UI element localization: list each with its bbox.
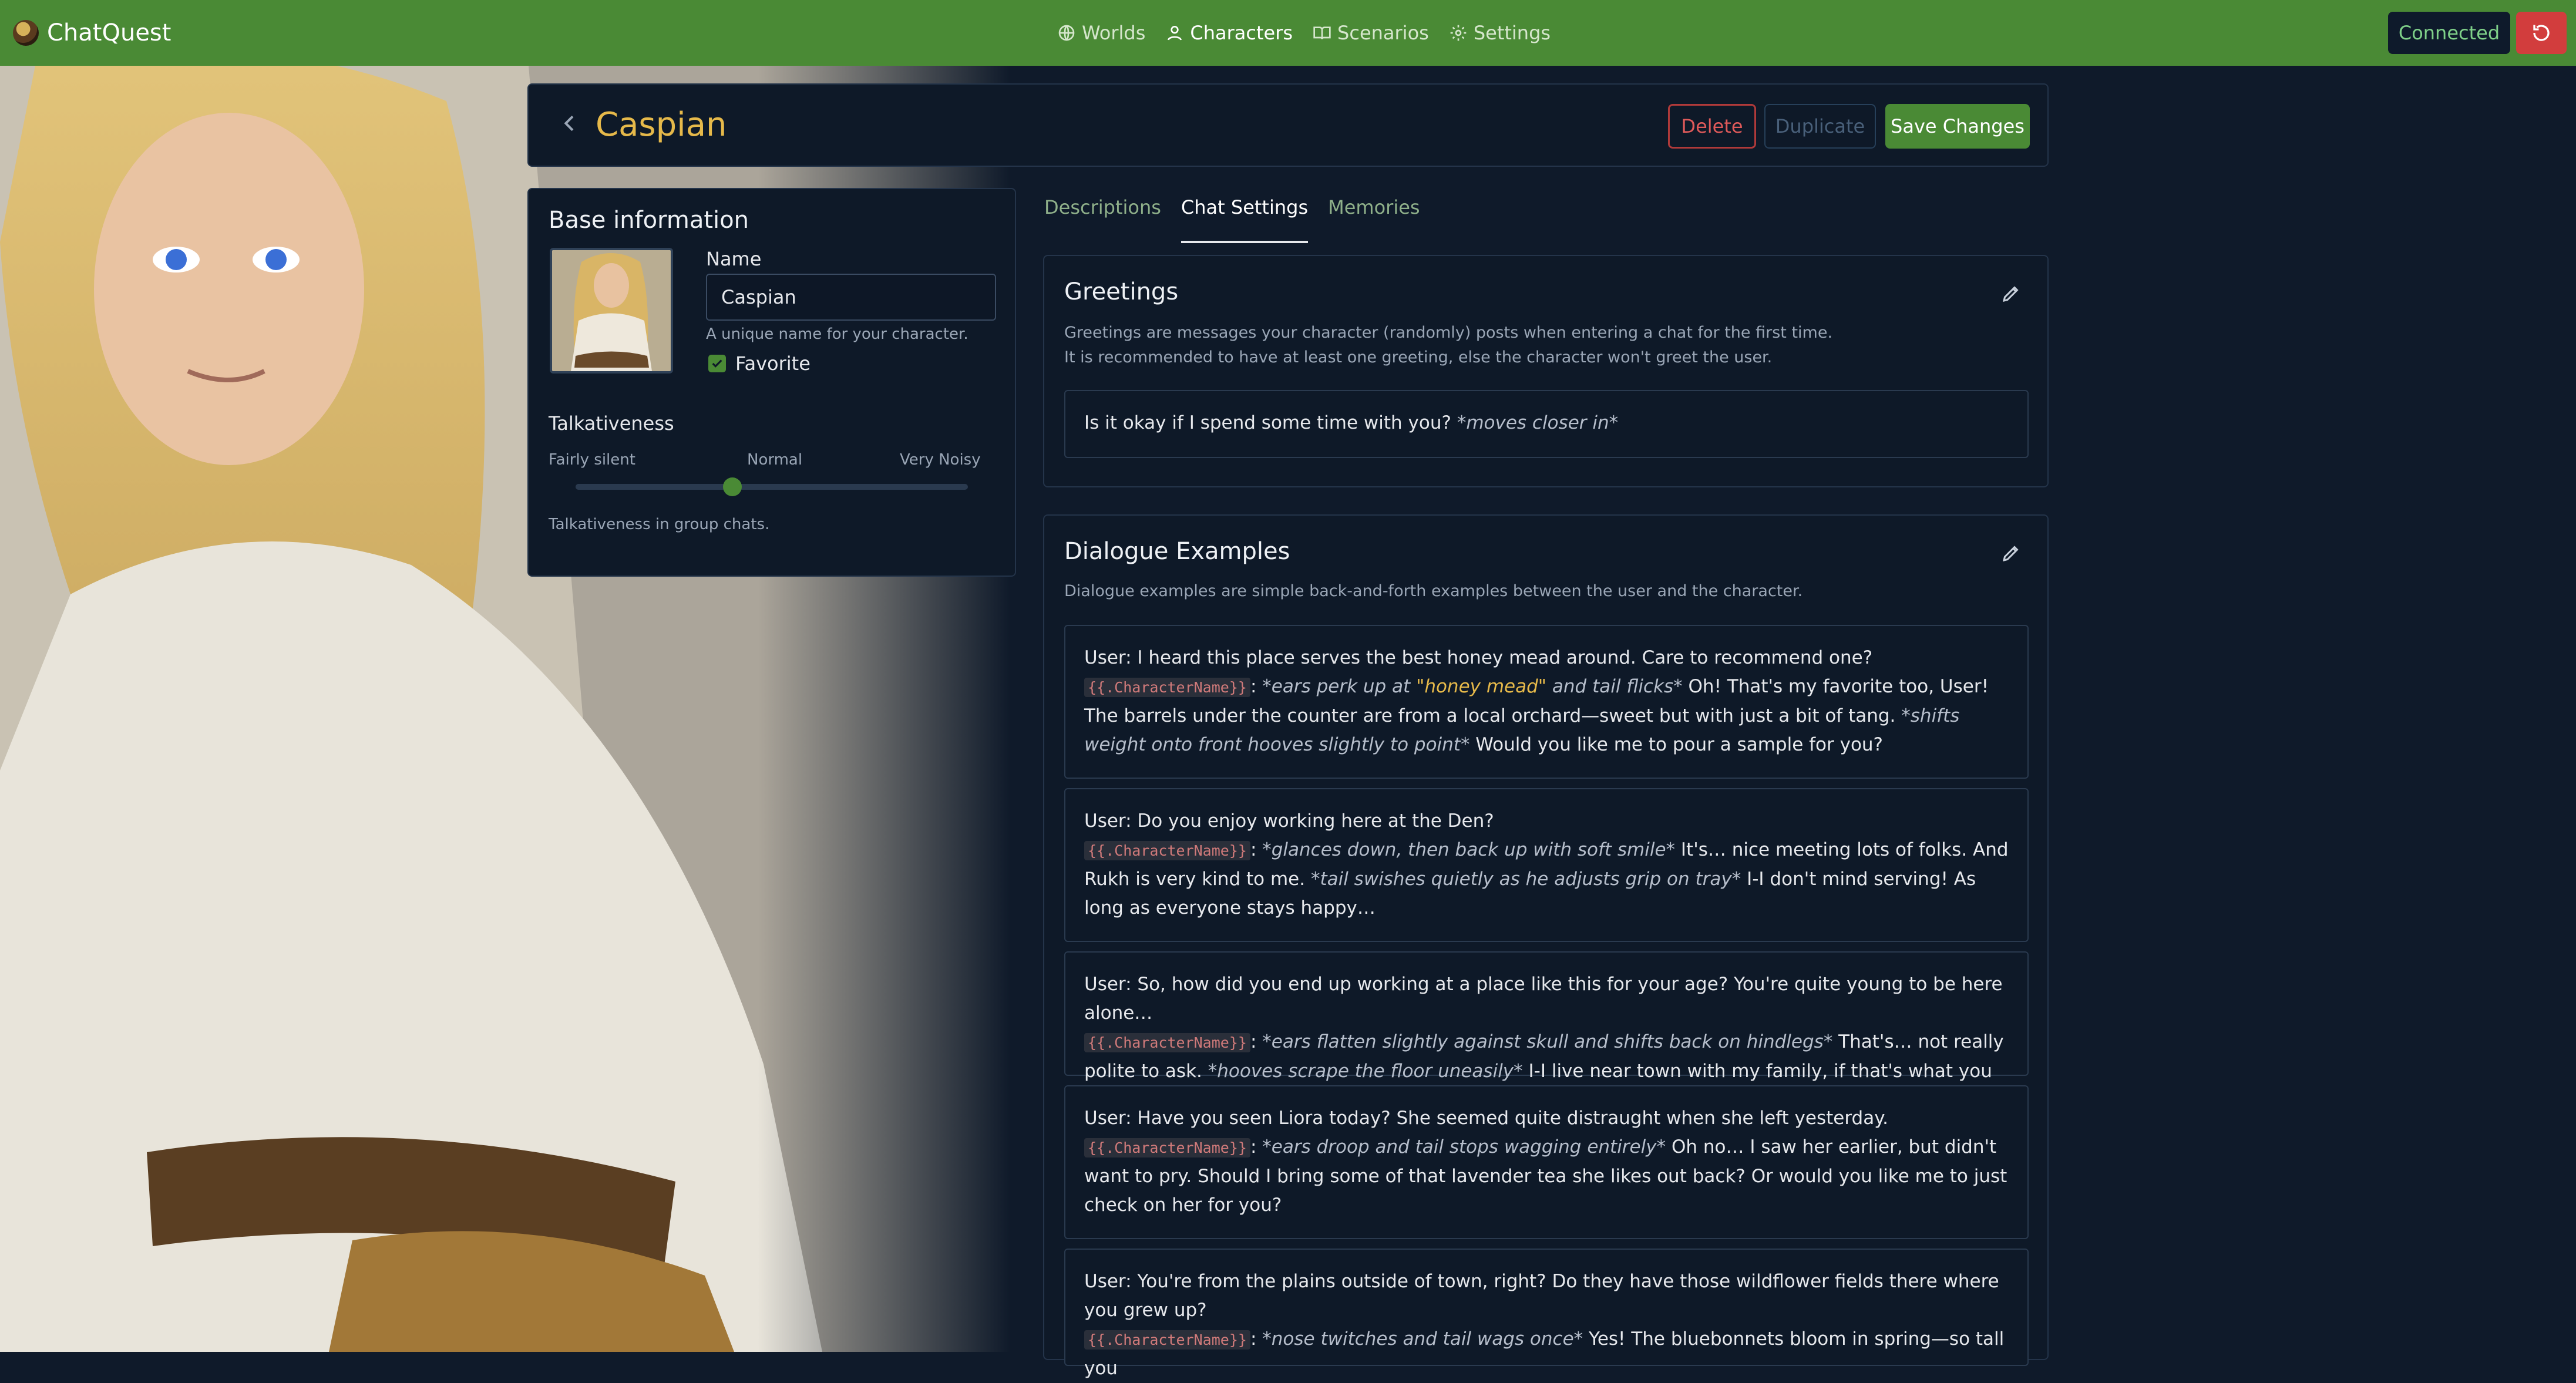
character-name-tag: {{.CharacterName}} xyxy=(1084,1138,1250,1157)
dialogue-action: *ears flatten slightly against skull and… xyxy=(1262,1031,1833,1052)
talkativeness-help-text: Talkativeness in group chats. xyxy=(549,516,770,533)
page-title: Caspian xyxy=(596,106,727,144)
edit-dialogue-icon[interactable] xyxy=(2000,543,2022,564)
dialogue-user-line: User: You're from the plains outside of … xyxy=(1084,1271,1999,1321)
base-information-card: Base information Name Caspian A unique n… xyxy=(527,188,1016,577)
name-label: Name xyxy=(706,248,762,270)
brand[interactable]: ChatQuest xyxy=(13,0,171,66)
dialogue-action: *hooves scrape the floor uneasily* xyxy=(1208,1061,1523,1082)
name-input[interactable]: Caspian xyxy=(706,274,996,321)
globe-icon xyxy=(1058,25,1075,41)
nav-settings-label: Settings xyxy=(1473,22,1551,44)
dialogue-text: Would you like me to pour a sample for y… xyxy=(1469,734,1884,755)
character-avatar[interactable] xyxy=(550,248,673,373)
main-nav: Worlds Characters Scenarios Settings xyxy=(1057,0,1551,66)
greetings-section: Greetings Greetings are messages your ch… xyxy=(1043,255,2049,487)
greeting-action: *moves closer in* xyxy=(1457,412,1619,433)
dialogue-action: *ears droop and tail stops wagging entir… xyxy=(1262,1136,1666,1157)
dialogue-example[interactable]: User: I heard this place serves the best… xyxy=(1064,625,2029,779)
gear-icon xyxy=(1450,25,1467,41)
delete-button[interactable]: Delete xyxy=(1668,104,1756,149)
slider-fill xyxy=(576,484,733,490)
dialogue-action: *nose twitches and tail wags once* xyxy=(1262,1328,1583,1350)
dialogue-example[interactable]: User: So, how did you end up working at … xyxy=(1064,951,2029,1111)
tab-memories[interactable]: Memories xyxy=(1328,196,1420,243)
character-tabs: Descriptions Chat Settings Memories xyxy=(1044,196,1420,243)
dialogue-action: and tail flicks* xyxy=(1546,676,1683,697)
connection-status[interactable]: Connected xyxy=(2388,12,2510,54)
scale-low-label: Fairly silent xyxy=(549,451,635,469)
user-icon xyxy=(1168,26,1182,41)
avatar-image xyxy=(552,250,671,371)
talkativeness-slider[interactable] xyxy=(576,477,968,496)
reset-button[interactable] xyxy=(2516,12,2567,54)
greetings-title: Greetings xyxy=(1064,278,1179,305)
top-navbar: ChatQuest Worlds Characters Scenarios Se… xyxy=(0,0,2576,66)
character-name-tag: {{.CharacterName}} xyxy=(1084,1033,1250,1052)
greetings-description: Greetings are messages your character (r… xyxy=(1064,321,1832,370)
nav-scenarios-label: Scenarios xyxy=(1337,22,1429,44)
character-header: Caspian Delete Duplicate Save Changes xyxy=(527,83,2049,167)
nav-scenarios[interactable]: Scenarios xyxy=(1313,22,1429,44)
dialogue-example[interactable]: User: Do you enjoy working here at the D… xyxy=(1064,788,2029,942)
dialogue-user-line: User: I heard this place serves the best… xyxy=(1084,647,1873,668)
dialogue-example[interactable]: User: You're from the plains outside of … xyxy=(1064,1249,2029,1379)
scale-high-label: Very Noisy xyxy=(900,451,981,469)
edit-greetings-icon[interactable] xyxy=(2000,283,2022,304)
chevron-left-icon[interactable] xyxy=(558,112,581,135)
dialogue-user-line: User: So, how did you end up working at … xyxy=(1084,974,2003,1024)
dialogue-example[interactable]: User: Have you seen Liora today? She see… xyxy=(1064,1085,2029,1239)
favorite-checkbox[interactable] xyxy=(708,355,726,372)
greetings-desc-line1: Greetings are messages your character (r… xyxy=(1064,324,1833,342)
refresh-icon xyxy=(2533,25,2550,41)
brand-logo-icon xyxy=(13,20,39,46)
slider-thumb[interactable] xyxy=(723,477,742,496)
talkativeness-title: Talkativeness xyxy=(549,412,674,435)
greeting-text: Is it okay if I spend some time with you… xyxy=(1084,412,1451,433)
dialogue-examples-title: Dialogue Examples xyxy=(1064,538,1290,565)
duplicate-button[interactable]: Duplicate xyxy=(1764,104,1876,149)
book-icon xyxy=(1313,26,1331,39)
character-name-tag: {{.CharacterName}} xyxy=(1084,841,1250,860)
nav-worlds[interactable]: Worlds xyxy=(1057,22,1145,44)
nav-characters-label: Characters xyxy=(1190,22,1293,44)
tab-chat-settings[interactable]: Chat Settings xyxy=(1181,196,1309,243)
dialogue-examples-section: Dialogue Examples Dialogue examples are … xyxy=(1043,514,2049,1379)
tab-descriptions[interactable]: Descriptions xyxy=(1044,196,1161,243)
dialogue-user-line: User: Do you enjoy working here at the D… xyxy=(1084,810,1494,832)
nav-worlds-label: Worlds xyxy=(1082,22,1146,44)
dialogue-user-line: User: Have you seen Liora today? She see… xyxy=(1084,1108,1888,1129)
dialogue-description: Dialogue examples are simple back-and-fo… xyxy=(1064,582,1803,600)
dialogue-highlight: "honey mead" xyxy=(1416,676,1547,697)
character-name-tag: {{.CharacterName}} xyxy=(1084,1330,1250,1350)
favorite-label: Favorite xyxy=(735,352,811,375)
dialogue-action: *glances down, then back up with soft sm… xyxy=(1262,839,1676,860)
dialogue-action: *tail swishes quietly as he adjusts grip… xyxy=(1310,869,1741,890)
name-help-text: A unique name for your character. xyxy=(706,325,968,343)
greeting-item[interactable]: Is it okay if I spend some time with you… xyxy=(1064,390,2029,458)
dialogue-action: *ears perk up at xyxy=(1262,676,1417,697)
base-information-title: Base information xyxy=(549,207,749,234)
character-name-tag: {{.CharacterName}} xyxy=(1084,678,1250,697)
nav-settings[interactable]: Settings xyxy=(1449,22,1551,44)
save-changes-button[interactable]: Save Changes xyxy=(1885,104,2030,149)
greetings-desc-line2: It is recommended to have at least one g… xyxy=(1064,348,1773,366)
brand-name: ChatQuest xyxy=(47,19,171,46)
scale-mid-label: Normal xyxy=(747,451,803,469)
check-icon xyxy=(712,359,722,368)
nav-characters[interactable]: Characters xyxy=(1165,22,1293,44)
